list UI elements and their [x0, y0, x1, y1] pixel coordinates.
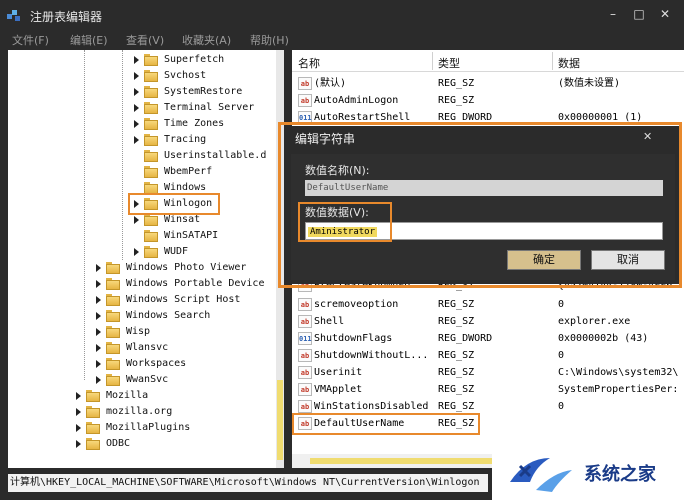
string-value-icon: ab	[298, 298, 312, 311]
list-scrollbar-thumb[interactable]	[310, 458, 500, 464]
expand-arrow-icon[interactable]	[96, 280, 101, 288]
folder-icon	[86, 422, 100, 434]
folder-icon	[106, 278, 120, 290]
folder-icon	[144, 86, 158, 98]
registry-tree[interactable]: Superfetch Svchost SystemRestore Termina…	[8, 50, 284, 468]
expand-arrow-icon[interactable]	[76, 392, 81, 400]
list-row[interactable]: ab Userinit REG_SZ C:\Windows\system32\	[292, 364, 684, 381]
folder-icon	[86, 390, 100, 402]
folder-icon	[106, 342, 120, 354]
maximize-button[interactable]: □	[630, 6, 648, 22]
folder-icon	[144, 70, 158, 82]
folder-icon	[106, 294, 120, 306]
folder-icon	[144, 134, 158, 146]
watermark-logo-icon	[510, 458, 572, 492]
menu-edit[interactable]: 编辑(E)	[70, 32, 108, 48]
string-value-icon: ab	[298, 315, 312, 328]
folder-icon	[106, 358, 120, 370]
expand-arrow-icon[interactable]	[76, 440, 81, 448]
menu-help[interactable]: 帮助(H)	[250, 32, 289, 48]
expand-arrow-icon[interactable]	[134, 104, 139, 112]
menu-bar: 文件(F) 编辑(E) 查看(V) 收藏夹(A) 帮助(H)	[0, 30, 684, 48]
folder-icon	[144, 214, 158, 226]
expand-arrow-icon[interactable]	[96, 328, 101, 336]
watermark-text: 系统之家	[584, 464, 656, 485]
expand-arrow-icon[interactable]	[134, 56, 139, 64]
list-row[interactable]: ab (默认) REG_SZ (数值未设置)	[292, 75, 684, 92]
folder-icon	[144, 166, 158, 178]
window-title: 注册表编辑器	[30, 10, 103, 24]
column-header-data[interactable]: 数据	[558, 55, 580, 71]
folder-icon	[144, 54, 158, 66]
close-button[interactable]: ✕	[656, 6, 674, 22]
list-header: 名称 类型 数据	[292, 50, 684, 72]
column-divider	[432, 52, 433, 70]
expand-arrow-icon[interactable]	[76, 408, 81, 416]
dword-value-icon: 011	[298, 332, 312, 345]
registry-editor-icon	[7, 10, 20, 21]
ok-button[interactable]: 确定	[507, 250, 581, 270]
menu-favorites[interactable]: 收藏夹(A)	[182, 32, 231, 48]
folder-icon	[106, 262, 120, 274]
value-name-field: DefaultUserName	[305, 180, 663, 196]
list-row[interactable]: ab VMApplet REG_SZ SystemPropertiesPer:	[292, 381, 684, 398]
list-row[interactable]: 011 ShutdownFlags REG_DWORD 0x0000002b (43)	[292, 330, 684, 347]
dialog-title: 编辑字符串	[295, 132, 356, 146]
value-name-label: 数值名称(N):	[305, 164, 370, 177]
registry-path: 计算机\HKEY_LOCAL_MACHINE\SOFTWARE\Microsof…	[8, 474, 488, 492]
string-value-icon: ab	[298, 349, 312, 362]
expand-arrow-icon[interactable]	[134, 136, 139, 144]
expand-arrow-icon[interactable]	[134, 88, 139, 96]
expand-arrow-icon[interactable]	[96, 312, 101, 320]
expand-arrow-icon[interactable]	[134, 216, 139, 224]
expand-arrow-icon[interactable]	[96, 344, 101, 352]
title-bar: 注册表编辑器 – □ ✕	[0, 0, 684, 30]
expand-arrow-icon[interactable]	[76, 424, 81, 432]
folder-icon	[144, 118, 158, 130]
string-value-icon: ab	[298, 94, 312, 107]
cancel-button[interactable]: 取消	[591, 250, 665, 270]
folder-icon	[144, 230, 158, 242]
value-data-highlight-box	[298, 202, 392, 242]
tree-scrollbar-thumb[interactable]	[277, 380, 283, 460]
minimize-button[interactable]: –	[604, 6, 622, 22]
string-value-icon: ab	[298, 400, 312, 413]
watermark: 系统之家	[492, 446, 684, 500]
folder-icon	[106, 374, 120, 386]
folder-icon	[86, 438, 100, 450]
expand-arrow-icon[interactable]	[134, 72, 139, 80]
string-value-icon: ab	[298, 366, 312, 379]
expand-arrow-icon[interactable]	[96, 360, 101, 368]
folder-icon	[144, 246, 158, 258]
winlogon-highlight-box	[128, 193, 220, 215]
folder-icon	[144, 150, 158, 162]
defaultusername-highlight-box	[292, 413, 480, 435]
folder-icon	[106, 326, 120, 338]
string-value-icon: ab	[298, 383, 312, 396]
menu-view[interactable]: 查看(V)	[126, 32, 164, 48]
expand-arrow-icon[interactable]	[96, 376, 101, 384]
column-header-name[interactable]: 名称	[298, 55, 320, 71]
list-row[interactable]: ab Shell REG_SZ explorer.exe	[292, 313, 684, 330]
folder-icon	[144, 102, 158, 114]
folder-icon	[106, 310, 120, 322]
list-row[interactable]: ab ShutdownWithoutL... REG_SZ 0	[292, 347, 684, 364]
expand-arrow-icon[interactable]	[134, 248, 139, 256]
column-header-type[interactable]: 类型	[438, 55, 460, 71]
tree-connector-line	[84, 50, 85, 380]
folder-icon	[86, 406, 100, 418]
expand-arrow-icon[interactable]	[96, 264, 101, 272]
column-divider	[552, 52, 553, 70]
tree-connector-line	[122, 50, 123, 260]
list-row[interactable]: ab scremoveoption REG_SZ 0	[292, 296, 684, 313]
string-value-icon: ab	[298, 77, 312, 90]
expand-arrow-icon[interactable]	[96, 296, 101, 304]
expand-arrow-icon[interactable]	[134, 120, 139, 128]
menu-file[interactable]: 文件(F)	[12, 32, 49, 48]
dialog-close-button[interactable]: ✕	[643, 130, 652, 143]
list-row[interactable]: ab AutoAdminLogon REG_SZ	[292, 92, 684, 109]
